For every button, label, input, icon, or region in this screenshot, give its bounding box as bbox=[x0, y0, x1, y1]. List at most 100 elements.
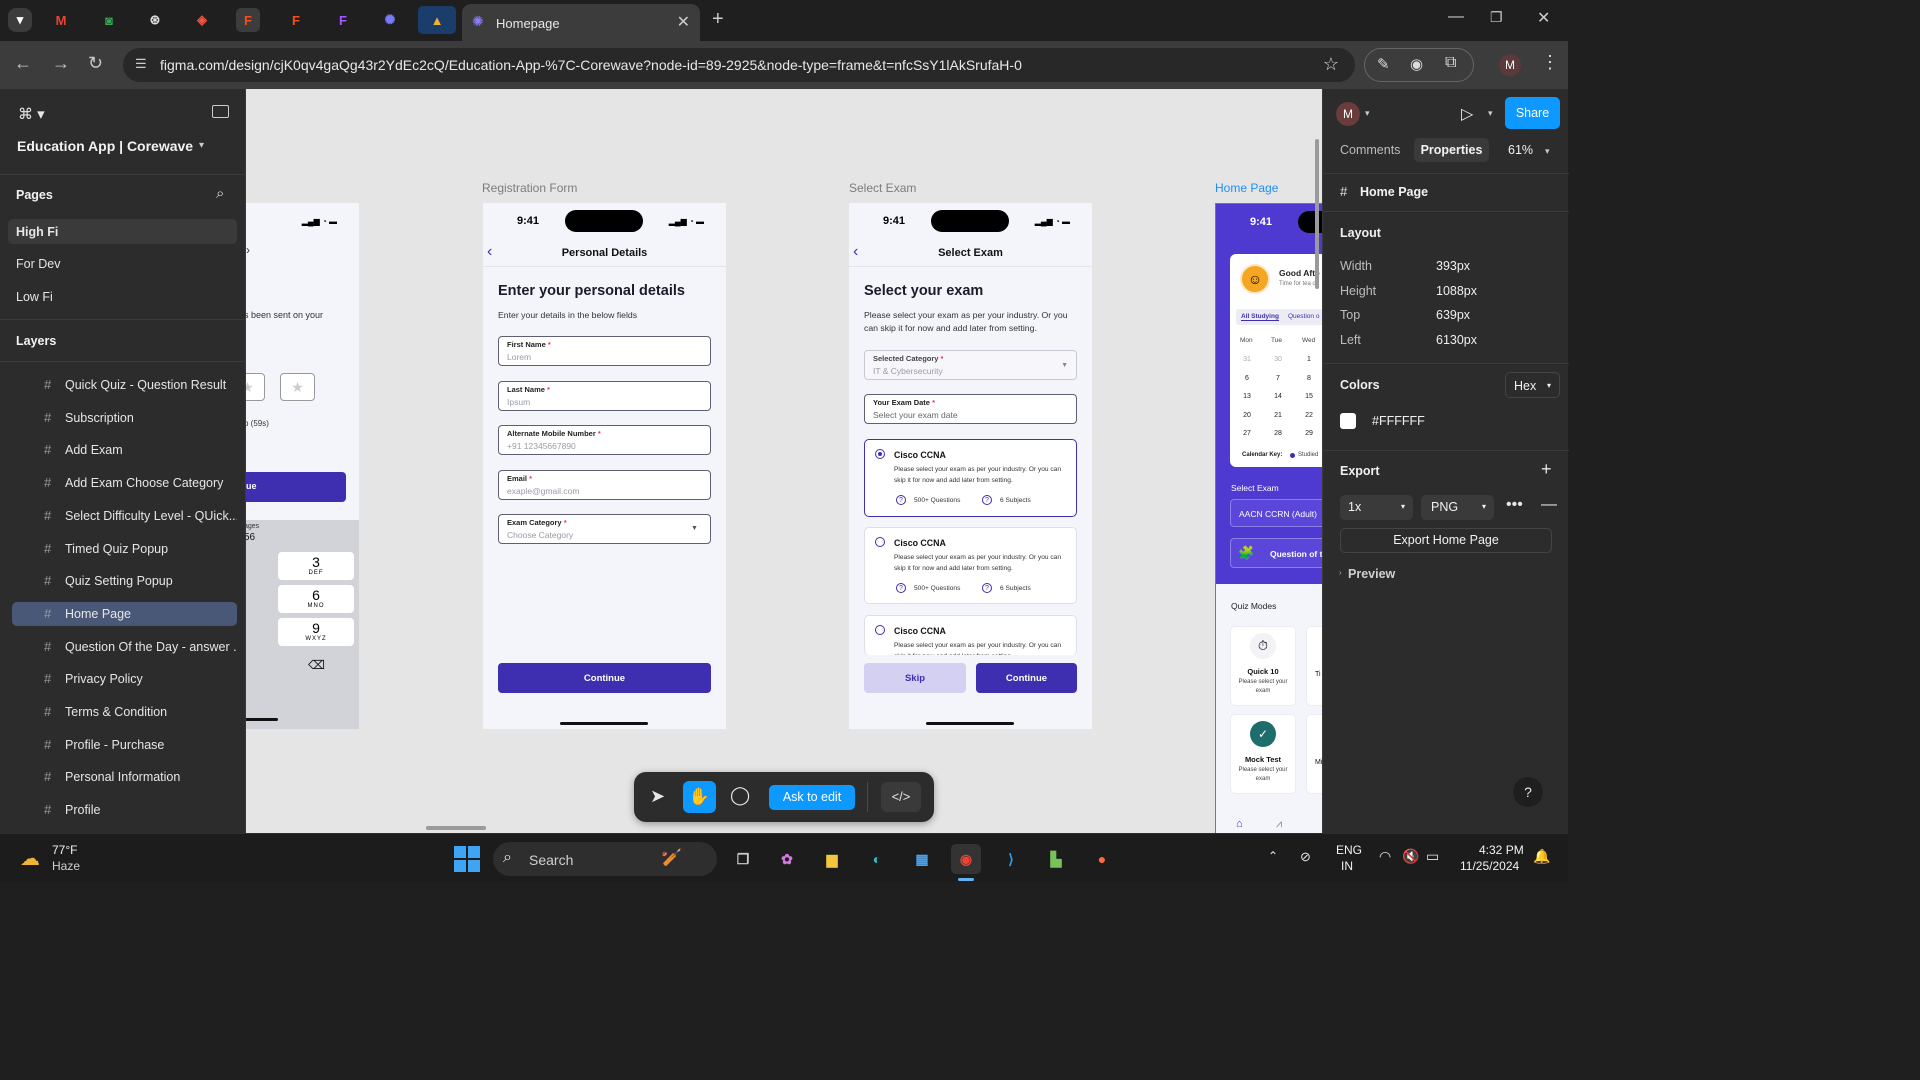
zoom-level[interactable]: 61% bbox=[1508, 143, 1533, 157]
frame-partial-verification[interactable]: ▂▄▆ ◔ ▬ › s been sent on your ★ ★ p (59s… bbox=[246, 203, 359, 729]
layer-item[interactable]: # Add Exam bbox=[12, 438, 237, 462]
color-format-select[interactable]: Hex ▾ bbox=[1505, 372, 1560, 398]
weather-condition[interactable]: Haze bbox=[52, 859, 80, 873]
layer-item[interactable]: # Home Page bbox=[12, 601, 237, 626]
layer-item[interactable]: # Profile - Purchase bbox=[12, 733, 237, 757]
address-bar[interactable]: ☰ figma.com/design/cjK0qv4gaQg43r2YdEc2c… bbox=[123, 48, 1355, 82]
bookmark-star-icon[interactable]: ☆ bbox=[1323, 54, 1339, 75]
clock-date[interactable]: 11/25/2024 bbox=[1460, 859, 1519, 873]
preview-toggle[interactable]: Preview bbox=[1348, 567, 1395, 581]
back-icon[interactable]: ← bbox=[14, 53, 32, 74]
page-item-low-fi[interactable]: Low Fi bbox=[8, 284, 237, 309]
ask-to-edit-button[interactable]: Ask to edit bbox=[769, 785, 855, 810]
preview-chevron-icon[interactable]: › bbox=[1339, 568, 1342, 577]
openai-tab-icon[interactable]: ⊛ bbox=[143, 8, 167, 32]
canvas-scrollbar-horizontal[interactable] bbox=[426, 826, 486, 830]
search-pages-icon[interactable]: ⌕ bbox=[216, 185, 224, 202]
layer-item[interactable]: # Subscription bbox=[12, 406, 237, 430]
clock-time[interactable]: 4:32 PM bbox=[1479, 843, 1524, 857]
file-explorer-icon[interactable]: ▆ bbox=[817, 844, 847, 874]
show-hidden-icons-icon[interactable]: ⌃ bbox=[1268, 849, 1278, 863]
toggle-sidebar-icon[interactable] bbox=[212, 105, 229, 118]
page-item-high-fi[interactable]: High Fi bbox=[8, 219, 237, 244]
minimize-icon[interactable]: — bbox=[1448, 8, 1464, 26]
color-hex-value[interactable]: #FFFFFF bbox=[1372, 414, 1425, 428]
frame-home-page[interactable]: 9:41 ☺ Good Afte Time for tea o All Stud… bbox=[1215, 203, 1322, 833]
layer-item[interactable]: # Add Exam Choose Category bbox=[12, 471, 237, 495]
chat-tab-icon[interactable]: ◙ bbox=[97, 8, 121, 32]
tab-search-dropdown-icon[interactable]: ▾ bbox=[8, 8, 32, 32]
zoom-chevron-icon[interactable]: ▾ bbox=[1545, 146, 1550, 157]
layer-item[interactable]: # Question Of the Day - answer ... bbox=[12, 635, 237, 659]
close-tab-icon[interactable]: ✕ bbox=[677, 12, 690, 32]
add-export-icon[interactable]: + bbox=[1541, 459, 1552, 480]
design-canvas[interactable]: ▂▄▆ ◔ ▬ › s been sent on your ★ ★ p (59s… bbox=[246, 89, 1322, 833]
prop-value[interactable]: 6130px bbox=[1436, 333, 1477, 347]
notification-bell-icon[interactable]: 🔔 bbox=[1533, 848, 1550, 865]
layer-item[interactable]: # Personal Information bbox=[12, 765, 237, 789]
weather-temp[interactable]: 77°F bbox=[52, 843, 77, 857]
network-off-icon[interactable]: ⊘ bbox=[1300, 849, 1311, 865]
export-format-select[interactable]: PNG ▾ bbox=[1421, 495, 1494, 520]
frame-select-exam[interactable]: 9:41 ▂▄▆ ◔ ▬ ‹ Select Exam Select your e… bbox=[849, 203, 1092, 729]
laravel-tab-icon[interactable]: ◈ bbox=[190, 8, 214, 32]
frame-label-registration[interactable]: Registration Form bbox=[482, 181, 577, 195]
restore-icon[interactable]: ❐ bbox=[1490, 9, 1503, 26]
lang-line1[interactable]: ENG bbox=[1336, 843, 1362, 857]
prop-value[interactable]: 1088px bbox=[1436, 284, 1477, 298]
postman-icon[interactable]: ● bbox=[1087, 844, 1117, 874]
taskbar-search[interactable]: ⌕ Search 🏏 bbox=[493, 842, 717, 876]
wifi-icon[interactable]: ◠ bbox=[1379, 848, 1391, 865]
frame-label-home-page[interactable]: Home Page bbox=[1215, 181, 1278, 195]
layer-item[interactable]: # Profile bbox=[12, 798, 237, 822]
profile-avatar[interactable]: M bbox=[1499, 54, 1521, 76]
layer-item[interactable]: # Select Difficulty Level - QUick... bbox=[12, 504, 237, 528]
edge-icon[interactable]: ◐ bbox=[862, 844, 892, 874]
canvas-scrollbar-vertical[interactable] bbox=[1315, 139, 1319, 289]
present-chevron-icon[interactable]: ▾ bbox=[1488, 108, 1493, 119]
frame-registration-form[interactable]: 9:41 ▂▄▆ ◔ ▬ ‹ Personal Details Enter yo… bbox=[483, 203, 726, 729]
browser-menu-icon[interactable]: ⋮ bbox=[1541, 52, 1559, 73]
figma-tab-icon-3[interactable]: F bbox=[331, 8, 355, 32]
new-tab-icon[interactable]: + bbox=[712, 8, 724, 31]
user-avatar[interactable]: M bbox=[1336, 102, 1360, 126]
start-button[interactable] bbox=[454, 846, 480, 872]
eyedropper-icon[interactable]: ✎ bbox=[1377, 55, 1390, 73]
prop-value[interactable]: 639px bbox=[1436, 308, 1470, 322]
figma-tab-icon-2[interactable]: F bbox=[284, 8, 308, 32]
chrome-icon[interactable]: ◉ bbox=[951, 844, 981, 874]
share-button[interactable]: Share bbox=[1505, 97, 1560, 129]
user-menu-chevron-icon[interactable]: ▾ bbox=[1365, 108, 1370, 119]
figma-menu-icon[interactable]: ⌘ ▾ bbox=[18, 105, 45, 123]
vscode-icon[interactable]: ⟩ bbox=[996, 844, 1026, 874]
present-play-icon[interactable]: ▷ bbox=[1461, 104, 1473, 124]
store-icon[interactable]: ▦ bbox=[907, 844, 937, 874]
tab-properties[interactable]: Properties bbox=[1414, 138, 1489, 162]
hand-tool-button[interactable]: ✋ bbox=[683, 781, 716, 813]
page-item-for-dev[interactable]: For Dev bbox=[8, 251, 237, 276]
remove-export-icon[interactable]: — bbox=[1541, 496, 1557, 514]
layer-item[interactable]: # Privacy Policy bbox=[12, 667, 237, 691]
export-scale-select[interactable]: 1x ▾ bbox=[1340, 495, 1413, 520]
close-window-icon[interactable]: ✕ bbox=[1537, 8, 1550, 28]
layer-item[interactable]: # Quick Quiz - Question Result bbox=[12, 373, 237, 397]
layer-item[interactable]: # Terms & Condition bbox=[12, 700, 237, 724]
task-view-icon[interactable]: ❐ bbox=[728, 844, 758, 874]
logo-tab-icon[interactable]: ▲ bbox=[418, 6, 456, 34]
battery-icon[interactable]: ▭ bbox=[1426, 848, 1439, 865]
color-swatch[interactable] bbox=[1340, 413, 1356, 429]
prop-value[interactable]: 393px bbox=[1436, 259, 1470, 273]
file-menu-chevron-icon[interactable]: ▾ bbox=[199, 140, 204, 151]
dev-mode-button[interactable]: </> bbox=[881, 782, 921, 812]
export-button[interactable]: Export Home Page bbox=[1340, 528, 1552, 553]
figma-tab-icon[interactable]: F bbox=[236, 8, 260, 32]
active-tab[interactable]: ✺ Homepage ✕ bbox=[462, 4, 700, 41]
app-icon[interactable]: ▙ bbox=[1041, 844, 1071, 874]
layer-item[interactable]: # Quiz Setting Popup bbox=[12, 569, 237, 593]
comment-tool-icon[interactable]: ◯ bbox=[730, 785, 750, 806]
copilot-icon[interactable]: ✿ bbox=[772, 844, 802, 874]
reload-icon[interactable]: ↻ bbox=[88, 53, 103, 74]
forward-icon[interactable]: → bbox=[52, 53, 70, 74]
weather-icon[interactable]: ☁ bbox=[20, 846, 40, 871]
move-tool-icon[interactable]: ➤ bbox=[650, 786, 665, 807]
